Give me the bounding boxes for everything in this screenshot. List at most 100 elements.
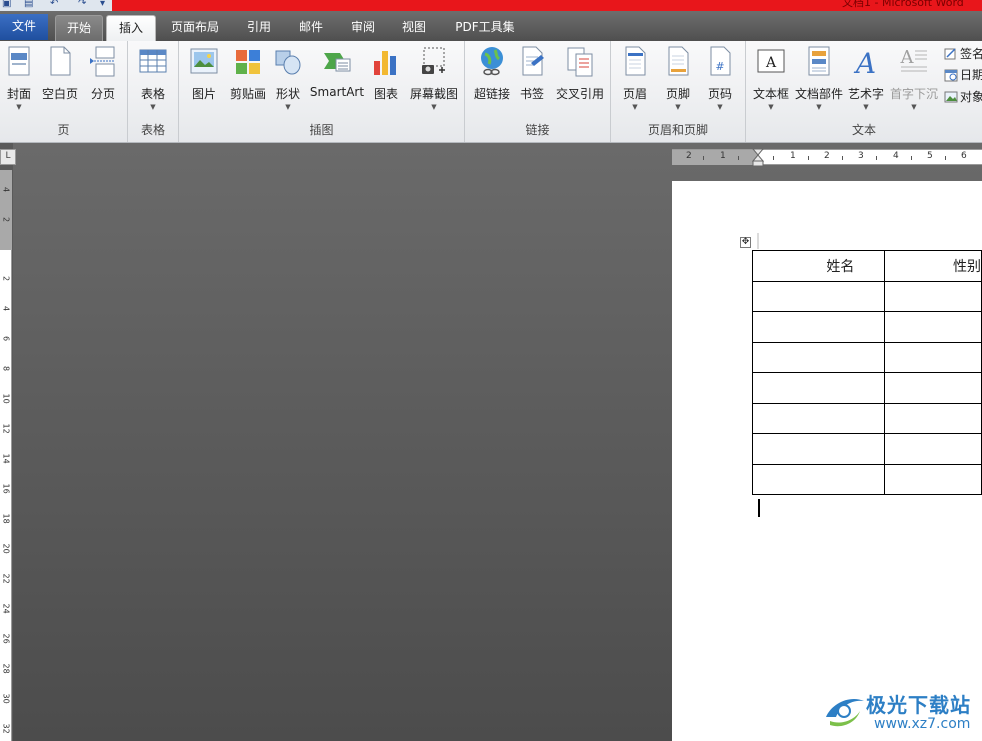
quick-parts-button[interactable]: 文档部件 ▼ [794, 45, 844, 111]
tab-references[interactable]: 引用 [240, 15, 278, 41]
word-icon[interactable]: ▣ [2, 0, 11, 9]
ruler-tick [808, 156, 809, 160]
smartart-button[interactable]: SmartArt [309, 45, 365, 99]
hyperlink-button[interactable]: 超链接 [470, 45, 514, 102]
table-cell[interactable] [751, 311, 886, 343]
page-break-label: 分页 [90, 87, 115, 101]
text-cursor [758, 499, 760, 517]
picture-label: 图片 [191, 87, 216, 101]
tab-pdf-tools[interactable]: PDF工具集 [446, 15, 524, 41]
tab-home[interactable]: 开始 [55, 15, 103, 41]
quick-parts-icon [808, 46, 830, 76]
ruler-number: 3 [858, 151, 864, 161]
wordart-label: 艺术字 [847, 87, 884, 101]
chevron-down-icon: ▼ [150, 103, 156, 111]
cross-reference-button[interactable]: 交叉引用 [553, 45, 607, 102]
drop-cap-label: 首字下沉 [889, 87, 938, 101]
header-button[interactable]: 页眉 ▼ [620, 45, 650, 111]
ruler-number: 6 [1, 335, 11, 342]
ruler-number: 18 [1, 513, 11, 524]
quick-parts-label: 文档部件 [794, 87, 843, 101]
ruler-number: 1 [720, 151, 726, 161]
chevron-down-icon: ▼ [285, 103, 291, 111]
tab-selector[interactable]: L [0, 149, 16, 165]
document-table[interactable]: 姓名 性别 [751, 250, 982, 495]
table-cell[interactable] [751, 402, 886, 434]
tab-file[interactable]: 文件 [0, 14, 48, 40]
table-cell[interactable] [751, 372, 886, 404]
tab-view[interactable]: 视图 [395, 15, 433, 41]
cross-reference-label: 交叉引用 [555, 87, 604, 101]
ruler-number: 10 [1, 393, 11, 404]
bookmark-button[interactable]: 书签 [517, 45, 547, 102]
ribbon-tabs: 文件 开始 插入 页面布局 引用 邮件 审阅 视图 PDF工具集 [0, 11, 982, 41]
shapes-button[interactable]: 形状 ▼ [273, 45, 303, 111]
table-cell[interactable] [751, 463, 886, 495]
picture-button[interactable]: 图片 [187, 45, 221, 102]
chart-label: 图表 [373, 87, 398, 101]
group-illustrations: 图片 剪贴画 形状 ▼ SmartArt 图表 屏幕截图 ▼ 插图 [179, 41, 465, 142]
table-cell[interactable]: 姓名 [751, 250, 886, 282]
footer-button[interactable]: 页脚 ▼ [663, 45, 693, 111]
signature-line-button[interactable]: 签名 [944, 45, 982, 63]
text-box-label: 文本框 [752, 87, 789, 101]
drop-cap-button[interactable]: A 首字下沉 ▼ [889, 45, 939, 111]
cover-page-button[interactable]: 封面 ▼ [2, 45, 36, 111]
date-time-button[interactable]: 日期 [944, 66, 982, 84]
table-cell[interactable] [884, 311, 982, 343]
clip-art-button[interactable]: 剪贴画 [227, 45, 269, 102]
table-cell[interactable] [884, 280, 982, 312]
group-links: 超链接 书签 交叉引用 链接 [465, 41, 611, 142]
ruler-number: 4 [1, 305, 11, 312]
ruler-number: 14 [1, 453, 11, 464]
redo-icon[interactable]: ↷ [78, 0, 86, 9]
table-cell[interactable] [884, 402, 982, 434]
table-button[interactable]: 表格 ▼ [136, 45, 170, 111]
qat-customize-icon[interactable]: ▾ [100, 0, 105, 9]
save-icon[interactable]: ▤ [24, 0, 33, 9]
horizontal-ruler[interactable]: 2 1 1 2 3 4 5 6 [672, 149, 982, 167]
table-cell[interactable] [884, 341, 982, 373]
indent-marker-icon[interactable] [752, 149, 764, 167]
tab-mailings[interactable]: 邮件 [292, 15, 330, 41]
ruler-number: 28 [1, 663, 11, 674]
table-cell[interactable] [884, 433, 982, 465]
blank-page-button[interactable]: 空白页 [40, 45, 80, 102]
table-cell[interactable] [884, 463, 982, 495]
group-tables: 表格 ▼ 表格 [128, 41, 179, 142]
table-cell[interactable] [751, 341, 886, 373]
watermark-brand: 极光下载站 [866, 693, 971, 717]
table-move-handle-icon[interactable]: ✥ [740, 237, 751, 248]
chart-button[interactable]: 图表 [369, 45, 403, 102]
hyperlink-label: 超链接 [473, 87, 510, 101]
shapes-label: 形状 [275, 87, 300, 101]
table-cell[interactable]: 性别 [884, 250, 982, 282]
table-cell[interactable] [751, 433, 886, 465]
table-row [751, 341, 982, 373]
watermark-url: www.xz7.com [874, 716, 971, 732]
text-box-button[interactable]: A 文本框 ▼ [752, 45, 790, 111]
cover-page-icon [8, 46, 30, 76]
table-cell[interactable] [884, 372, 982, 404]
table-row [751, 372, 982, 404]
wordart-button[interactable]: A 艺术字 ▼ [847, 45, 885, 111]
undo-icon[interactable]: ↶ [50, 0, 58, 9]
table-row [751, 402, 982, 434]
vertical-ruler[interactable]: 4 2 2 4 6 8 10 12 14 16 18 20 22 24 26 2… [0, 170, 12, 741]
screenshot-button[interactable]: 屏幕截图 ▼ [407, 45, 461, 111]
ruler-number: 2 [824, 151, 830, 161]
object-button[interactable]: 对象 [944, 88, 982, 106]
page-number-icon: # [710, 46, 731, 76]
signature-label: 签名 [960, 47, 982, 61]
text-box-icon: A [757, 49, 785, 73]
chevron-down-icon: ▼ [816, 103, 822, 111]
chevron-down-icon: ▼ [675, 103, 681, 111]
page-break-button[interactable]: 分页 [86, 45, 120, 102]
smartart-icon [324, 53, 351, 72]
table-cell[interactable] [751, 280, 886, 312]
tab-insert[interactable]: 插入 [106, 15, 156, 41]
chevron-down-icon: ▼ [431, 103, 437, 111]
tab-review[interactable]: 审阅 [344, 15, 382, 41]
tab-page-layout[interactable]: 页面布局 [160, 15, 230, 41]
page-number-button[interactable]: # 页码 ▼ [705, 45, 735, 111]
